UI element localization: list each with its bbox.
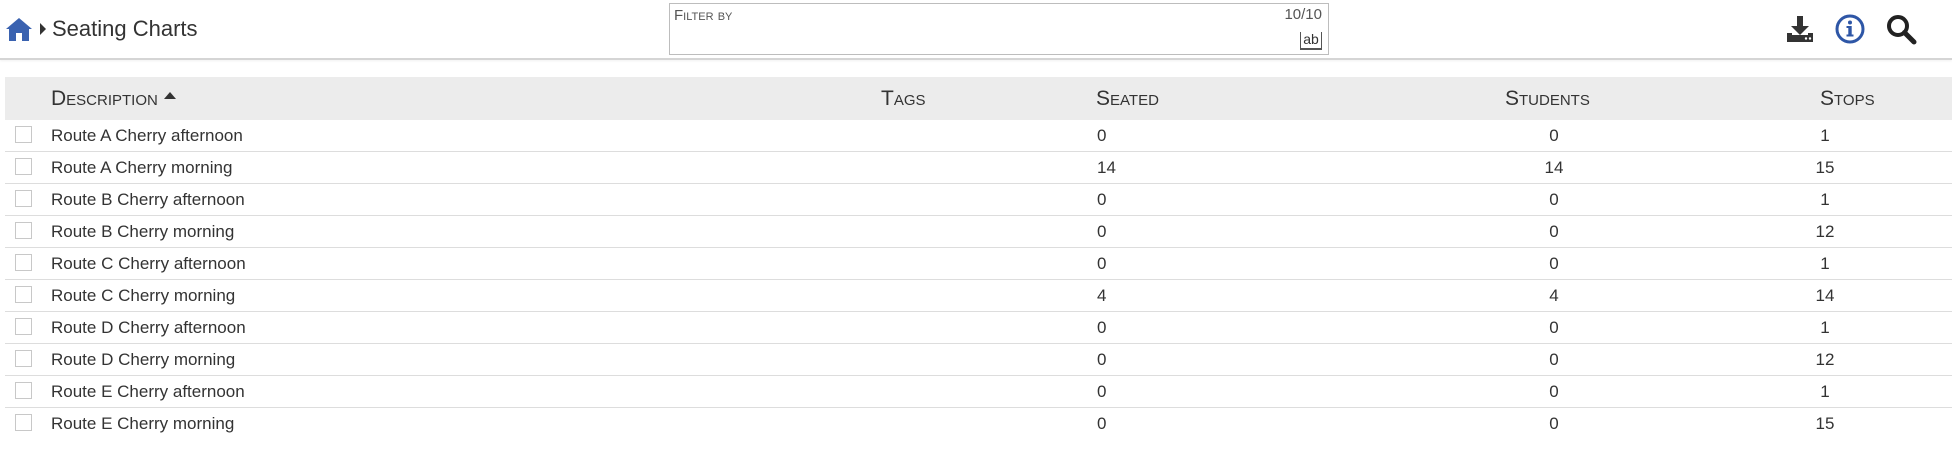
- cell-seated: 0: [1097, 318, 1107, 337]
- table-row[interactable]: Route B Cherry afternoon 0 0 1: [5, 184, 1952, 216]
- row-checkbox[interactable]: [15, 350, 32, 367]
- row-checkbox[interactable]: [15, 222, 32, 239]
- download-icon[interactable]: [1784, 13, 1816, 45]
- cell-description: Route E Cherry afternoon: [51, 382, 245, 401]
- cell-seated: 0: [1097, 126, 1107, 145]
- cell-description: Route A Cherry afternoon: [51, 126, 243, 145]
- cell-seated: 0: [1097, 382, 1107, 401]
- cell-stops: 1: [1820, 382, 1830, 401]
- filter-box[interactable]: Filter by 10/10 ab: [669, 3, 1329, 55]
- seating-charts-table: Description Tags Seated Students Stops R…: [5, 77, 1952, 440]
- info-icon[interactable]: [1834, 13, 1866, 45]
- cell-description: Route C Cherry morning: [51, 286, 236, 305]
- cell-students: 0: [1549, 350, 1559, 369]
- column-header-stops[interactable]: Stops: [1820, 87, 1875, 111]
- table-header: Description Tags Seated Students Stops: [5, 77, 1952, 120]
- table-row[interactable]: Route C Cherry morning 4 4 14: [5, 280, 1952, 312]
- table-row[interactable]: Route C Cherry afternoon 0 0 1: [5, 248, 1952, 280]
- cell-students: 4: [1549, 286, 1559, 305]
- row-checkbox[interactable]: [15, 414, 32, 431]
- table-row[interactable]: Route E Cherry afternoon 0 0 1: [5, 376, 1952, 408]
- cell-students: 0: [1549, 190, 1559, 209]
- cell-students: 14: [1544, 158, 1564, 177]
- cell-students: 0: [1549, 254, 1559, 273]
- home-icon[interactable]: [5, 16, 33, 42]
- row-checkbox[interactable]: [15, 126, 32, 143]
- cell-seated: 0: [1097, 350, 1107, 369]
- table-row[interactable]: Route D Cherry afternoon 0 0 1: [5, 312, 1952, 344]
- cell-stops: 15: [1815, 158, 1835, 177]
- cell-seated: 0: [1097, 190, 1107, 209]
- table-row[interactable]: Route A Cherry afternoon 0 0 1: [5, 120, 1952, 152]
- cell-seated: 0: [1097, 222, 1107, 241]
- row-checkbox[interactable]: [15, 318, 32, 335]
- cell-students: 0: [1549, 382, 1559, 401]
- row-checkbox[interactable]: [15, 286, 32, 303]
- cell-stops: 1: [1820, 254, 1830, 273]
- cell-stops: 12: [1815, 350, 1835, 369]
- cell-description: Route B Cherry morning: [51, 222, 235, 241]
- cell-stops: 1: [1820, 190, 1830, 209]
- filter-input[interactable]: [674, 26, 1274, 52]
- column-header-description[interactable]: Description: [51, 87, 176, 111]
- cell-description: Route D Cherry afternoon: [51, 318, 246, 337]
- caret-right-icon: [40, 23, 46, 35]
- cell-stops: 14: [1815, 286, 1835, 305]
- top-bar: Seating Charts Filter by 10/10 ab: [0, 0, 1952, 60]
- cell-students: 0: [1549, 318, 1559, 337]
- cell-seated: 0: [1097, 254, 1107, 273]
- cell-description: Route C Cherry afternoon: [51, 254, 246, 273]
- page-title: Seating Charts: [52, 16, 198, 41]
- filter-count: 10/10: [1284, 6, 1322, 23]
- table-row[interactable]: Route A Cherry morning 14 14 15: [5, 152, 1952, 184]
- filter-label: Filter by: [674, 7, 733, 24]
- sort-ascending-icon: [163, 92, 176, 99]
- cell-stops: 15: [1815, 414, 1835, 433]
- search-icon[interactable]: [1885, 13, 1917, 45]
- cell-description: Route B Cherry afternoon: [51, 190, 245, 209]
- cell-students: 0: [1549, 126, 1559, 145]
- table-row[interactable]: Route D Cherry morning 0 0 12: [5, 344, 1952, 376]
- cell-seated: 0: [1097, 414, 1107, 433]
- table-row[interactable]: Route E Cherry morning 0 0 15: [5, 408, 1952, 440]
- row-checkbox[interactable]: [15, 158, 32, 175]
- cell-stops: 1: [1820, 126, 1830, 145]
- cell-stops: 1: [1820, 318, 1830, 337]
- row-checkbox[interactable]: [15, 254, 32, 271]
- cell-seated: 4: [1097, 286, 1107, 305]
- cell-students: 0: [1549, 222, 1559, 241]
- table-row[interactable]: Route B Cherry morning 0 0 12: [5, 216, 1952, 248]
- column-header-tags[interactable]: Tags: [881, 87, 926, 111]
- cell-stops: 12: [1815, 222, 1835, 241]
- cell-seated: 14: [1097, 158, 1116, 177]
- column-header-students[interactable]: Students: [1505, 87, 1590, 111]
- row-checkbox[interactable]: [15, 190, 32, 207]
- match-case-ab-icon[interactable]: ab: [1300, 32, 1322, 50]
- row-checkbox[interactable]: [15, 382, 32, 399]
- column-header-seated[interactable]: Seated: [1096, 87, 1159, 111]
- cell-description: Route A Cherry morning: [51, 158, 233, 177]
- cell-description: Route E Cherry morning: [51, 414, 235, 433]
- cell-description: Route D Cherry morning: [51, 350, 236, 369]
- column-header-description-label: Description: [51, 87, 158, 110]
- cell-students: 0: [1549, 414, 1559, 433]
